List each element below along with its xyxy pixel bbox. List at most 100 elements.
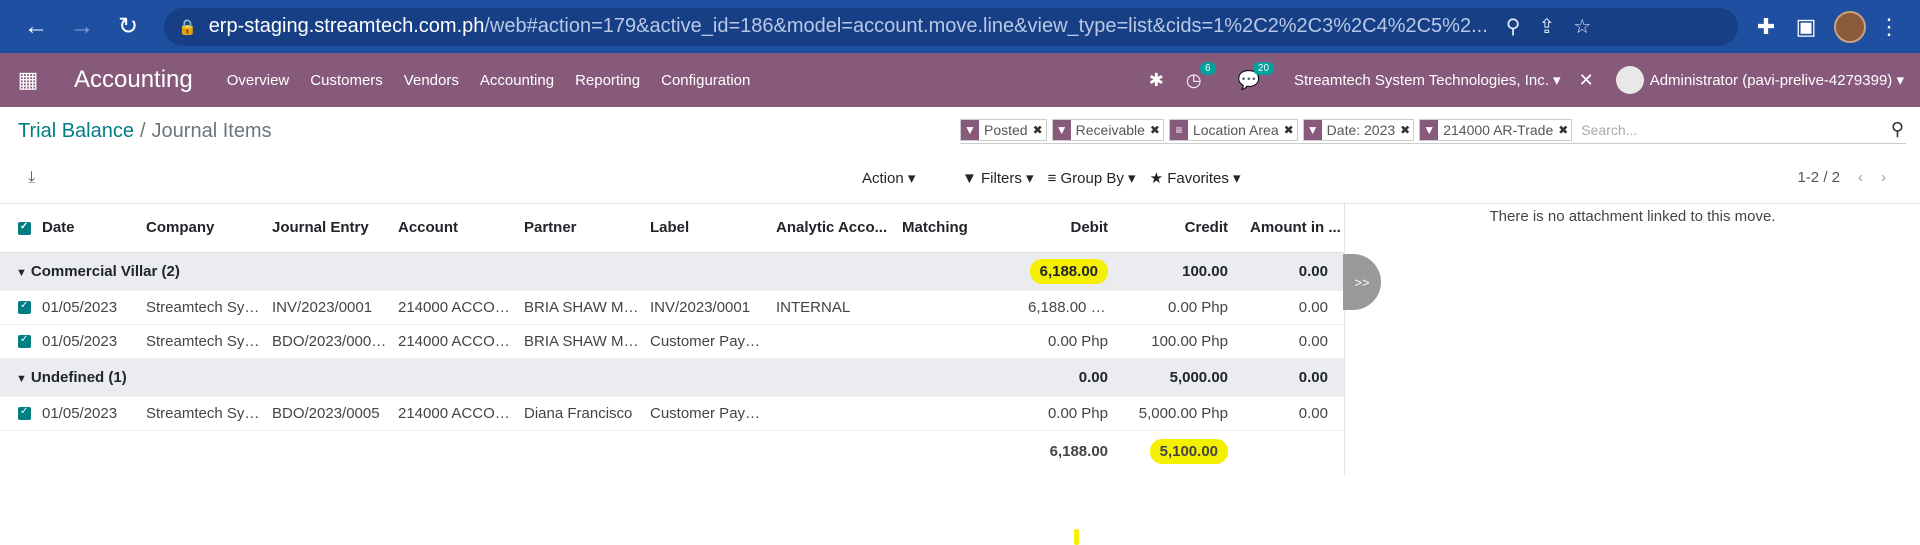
group-debit: 0.00 (1022, 358, 1124, 397)
pager-value[interactable]: 1-2 / 2 (1797, 169, 1840, 186)
filter-icon: ▼ (1420, 119, 1439, 140)
close-tools-icon[interactable]: ✕ (1579, 70, 1594, 91)
row-checkbox[interactable] (0, 324, 36, 359)
col-credit[interactable]: Credit (1124, 204, 1244, 253)
facet-remove-icon[interactable]: ✖ (1284, 120, 1297, 140)
row-checkbox[interactable] (0, 396, 36, 431)
groupby-dropdown[interactable]: ≡ Group By ▾ (1048, 169, 1136, 187)
highlighter-mark (1074, 529, 1079, 545)
filter-icon: ▼ (961, 119, 979, 140)
table-row[interactable]: 01/05/2023 Streamtech Syst... INV/2023/0… (0, 290, 1344, 325)
group-name: Undefined (1) (30, 368, 127, 386)
filters-dropdown[interactable]: ▼ Filters ▾ (962, 169, 1034, 187)
facet-posted[interactable]: ▼ Posted ✖ (960, 118, 1047, 141)
footer-debit: 6,188.00 (1049, 442, 1108, 460)
facet-remove-icon[interactable]: ✖ (1400, 120, 1413, 140)
toggle-preview-button[interactable]: >> (1343, 254, 1381, 310)
side-panel-icon[interactable]: ▣ (1786, 7, 1826, 47)
caret-down-icon: ▼ (16, 266, 27, 279)
search-options: ▼ Filters ▾ ≡ Group By ▾ ★ Favorites ▾ (962, 169, 1255, 187)
facet-remove-icon[interactable]: ✖ (1033, 120, 1046, 140)
search-input[interactable]: Search... (1581, 122, 1891, 138)
action-dropdown[interactable]: Action ▾ (862, 169, 915, 187)
col-date[interactable]: Date (36, 204, 140, 253)
breadcrumb-current: Journal Items (151, 120, 272, 142)
table-row[interactable]: 01/05/2023 Streamtech Syst... BDO/2023/0… (0, 324, 1344, 359)
browser-menu-icon[interactable]: ⋮ (1874, 14, 1904, 40)
activity-badge: 6 (1200, 61, 1216, 75)
pager-previous-icon[interactable]: ‹ (1858, 169, 1863, 186)
table-header: Date Company Journal Entry Account Partn… (0, 204, 1344, 253)
group-row-undefined[interactable]: ▼ Undefined (1) 0.00 5,000.00 0.00 (0, 358, 1344, 397)
filter-icon: ▼ (1052, 119, 1071, 140)
list-table: Date Company Journal Entry Account Partn… (0, 204, 1344, 472)
group-row-commercial-villar[interactable]: ▼ Commercial Villar (2) 6,188.00 100.00 0… (0, 252, 1344, 291)
caret-down-icon: ▼ (16, 372, 27, 385)
app-name[interactable]: Accounting (74, 66, 193, 94)
menu-configuration[interactable]: Configuration (661, 72, 750, 89)
user-name: Administrator (pavi-prelive-4279399) (1649, 71, 1893, 89)
back-icon[interactable]: ← (16, 7, 56, 47)
activity-clock-icon[interactable]: ◷ 6 (1186, 61, 1216, 91)
group-amount: 0.00 (1244, 252, 1344, 291)
facet-date[interactable]: ▼ Date: 2023 ✖ (1302, 118, 1415, 141)
facet-account[interactable]: ▼ 214000 AR-Trade ✖ (1419, 118, 1573, 141)
extensions-icon[interactable]: ✚ (1746, 7, 1786, 47)
col-account[interactable]: Account (392, 204, 518, 253)
select-all-checkbox[interactable] (0, 204, 36, 253)
menu-reporting[interactable]: Reporting (575, 72, 640, 89)
menu-overview[interactable]: Overview (227, 72, 290, 89)
table-row[interactable]: 01/05/2023 Streamtech Syst... BDO/2023/0… (0, 396, 1344, 431)
company-switcher[interactable]: Streamtech System Technologies, Inc. ▾ (1294, 71, 1561, 89)
col-debit[interactable]: Debit (1022, 204, 1124, 253)
menu-accounting[interactable]: Accounting (480, 72, 554, 89)
company-name: Streamtech System Technologies, Inc. (1294, 72, 1549, 89)
download-icon[interactable]: ⤓ (28, 169, 35, 187)
row-checkbox[interactable] (0, 290, 36, 325)
forward-icon[interactable]: → (62, 7, 102, 47)
breadcrumb: Trial Balance / Journal Items (18, 120, 272, 143)
facet-remove-icon[interactable]: ✖ (1150, 120, 1163, 140)
journal-items-list: Date Company Journal Entry Account Partn… (0, 203, 1344, 545)
search-bar[interactable]: ▼ Posted ✖ ▼ Receivable ✖ ≡ Location Area ✖ ▼ D… (960, 116, 1906, 144)
messages-icon[interactable]: 💬 20 (1238, 61, 1275, 91)
reload-icon[interactable]: ↻ (108, 7, 148, 47)
content-area: Date Company Journal Entry Account Partn… (0, 203, 1920, 545)
facet-remove-icon[interactable]: ✖ (1558, 120, 1571, 140)
col-journal-entry[interactable]: Journal Entry (266, 204, 392, 253)
breadcrumb-separator: / (139, 120, 146, 142)
facet-receivable[interactable]: ▼ Receivable ✖ (1051, 118, 1164, 141)
group-credit: 100.00 (1124, 252, 1244, 291)
browser-toolbar: ← → ↻ 🔒 erp-staging.streamtech.com.ph /w… (0, 0, 1920, 53)
search-icon[interactable]: ⚲ (1891, 119, 1904, 140)
chatter-panel: There is no attachment linked to this mo… (1343, 203, 1920, 475)
odoo-navbar: ▦ Accounting Overview Customers Vendors … (0, 53, 1920, 107)
facet-location-area[interactable]: ≡ Location Area ✖ (1168, 118, 1298, 141)
profile-avatar[interactable] (1834, 10, 1866, 43)
url-path: /web#action=179&active_id=186&model=acco… (484, 15, 1488, 37)
user-avatar (1615, 66, 1644, 94)
col-company[interactable]: Company (140, 204, 266, 253)
col-amount-currency[interactable]: Amount in ... (1244, 204, 1344, 253)
col-analytic[interactable]: Analytic Acco... (770, 204, 896, 253)
col-matching[interactable]: Matching (896, 204, 1022, 253)
address-bar[interactable]: 🔒 erp-staging.streamtech.com.ph /web#act… (164, 7, 1738, 46)
debug-bug-icon[interactable]: ✱ (1149, 70, 1164, 91)
share-icon[interactable]: ⇪ (1538, 14, 1555, 39)
pager-next-icon[interactable]: › (1881, 169, 1886, 186)
groupby-icon: ≡ (1169, 119, 1188, 140)
user-menu[interactable]: Administrator (pavi-prelive-4279399) ▾ (1615, 66, 1904, 94)
bookmark-star-icon[interactable]: ☆ (1573, 14, 1591, 39)
col-label[interactable]: Label (644, 204, 770, 253)
messages-badge: 20 (1252, 61, 1275, 75)
group-amount: 0.00 (1244, 358, 1344, 397)
menu-vendors[interactable]: Vendors (404, 72, 459, 89)
favorites-dropdown[interactable]: ★ Favorites ▾ (1150, 169, 1241, 187)
url-host: erp-staging.streamtech.com.ph (208, 15, 485, 37)
group-name: Commercial Villar (2) (30, 262, 180, 280)
menu-customers[interactable]: Customers (310, 72, 383, 89)
col-partner[interactable]: Partner (518, 204, 644, 253)
apps-menu-icon[interactable]: ▦ (0, 67, 56, 93)
breadcrumb-trial-balance[interactable]: Trial Balance (18, 120, 134, 142)
zoom-icon[interactable]: ⚲ (1506, 14, 1521, 39)
